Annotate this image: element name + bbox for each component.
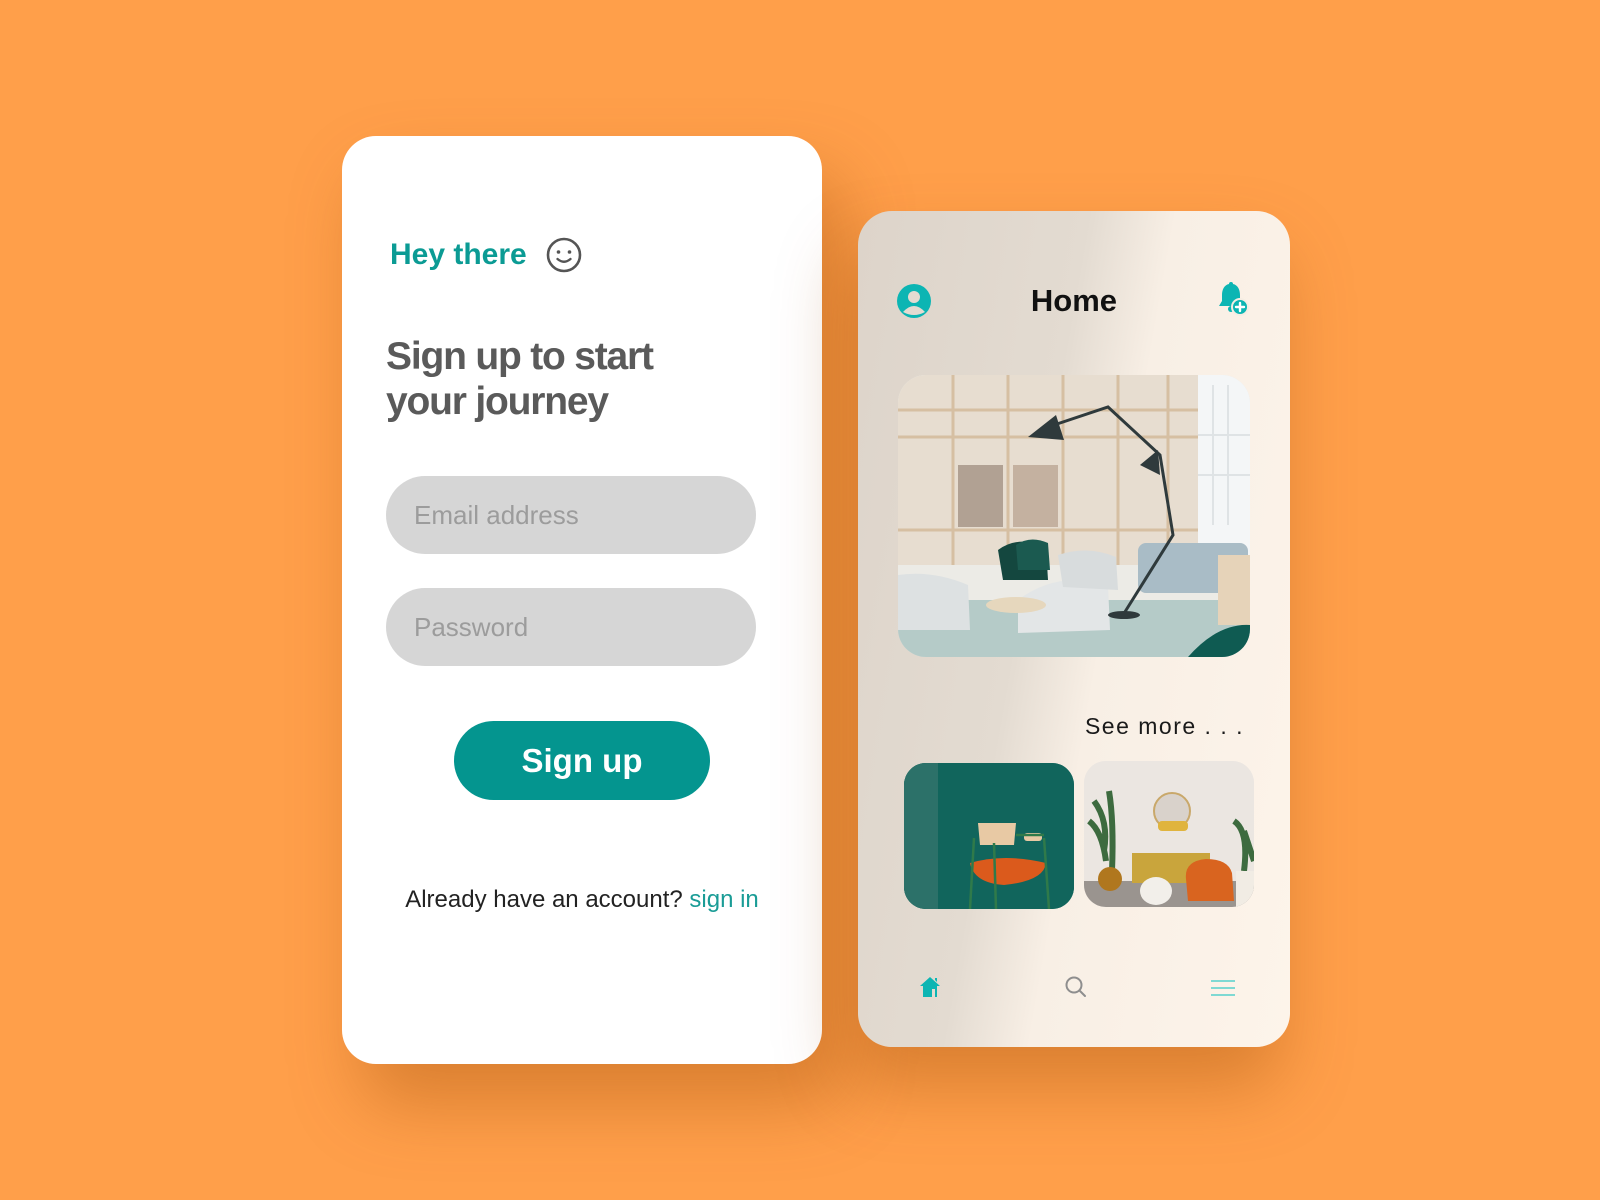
signup-card: Hey there Sign up to start your journey … bbox=[342, 136, 822, 1064]
menu-icon[interactable] bbox=[1210, 977, 1236, 999]
top-bar: Home bbox=[858, 279, 1290, 323]
thumbnail-1[interactable] bbox=[904, 763, 1074, 909]
bottom-nav bbox=[858, 969, 1290, 1009]
greeting-text: Hey there bbox=[390, 238, 527, 271]
email-field[interactable] bbox=[386, 476, 756, 554]
signin-prompt: Already have an account? sign in bbox=[342, 886, 822, 914]
see-more-link[interactable]: See more . . . bbox=[1085, 713, 1244, 740]
thumbnail-2[interactable] bbox=[1084, 761, 1254, 907]
home-card: Home See more . . . bbox=[858, 211, 1290, 1047]
signin-prompt-text: Already have an account? bbox=[405, 886, 683, 913]
signin-link[interactable]: sign in bbox=[689, 886, 758, 913]
home-icon[interactable] bbox=[918, 975, 942, 999]
page-title: Sign up to start your journey bbox=[386, 335, 654, 423]
password-field[interactable] bbox=[386, 588, 756, 666]
search-icon[interactable] bbox=[1064, 975, 1088, 999]
bell-add-icon[interactable] bbox=[1214, 281, 1250, 317]
smiley-icon bbox=[545, 236, 583, 274]
hero-image[interactable] bbox=[898, 375, 1250, 657]
signup-button[interactable]: Sign up bbox=[454, 721, 710, 800]
greeting: Hey there bbox=[390, 236, 583, 274]
